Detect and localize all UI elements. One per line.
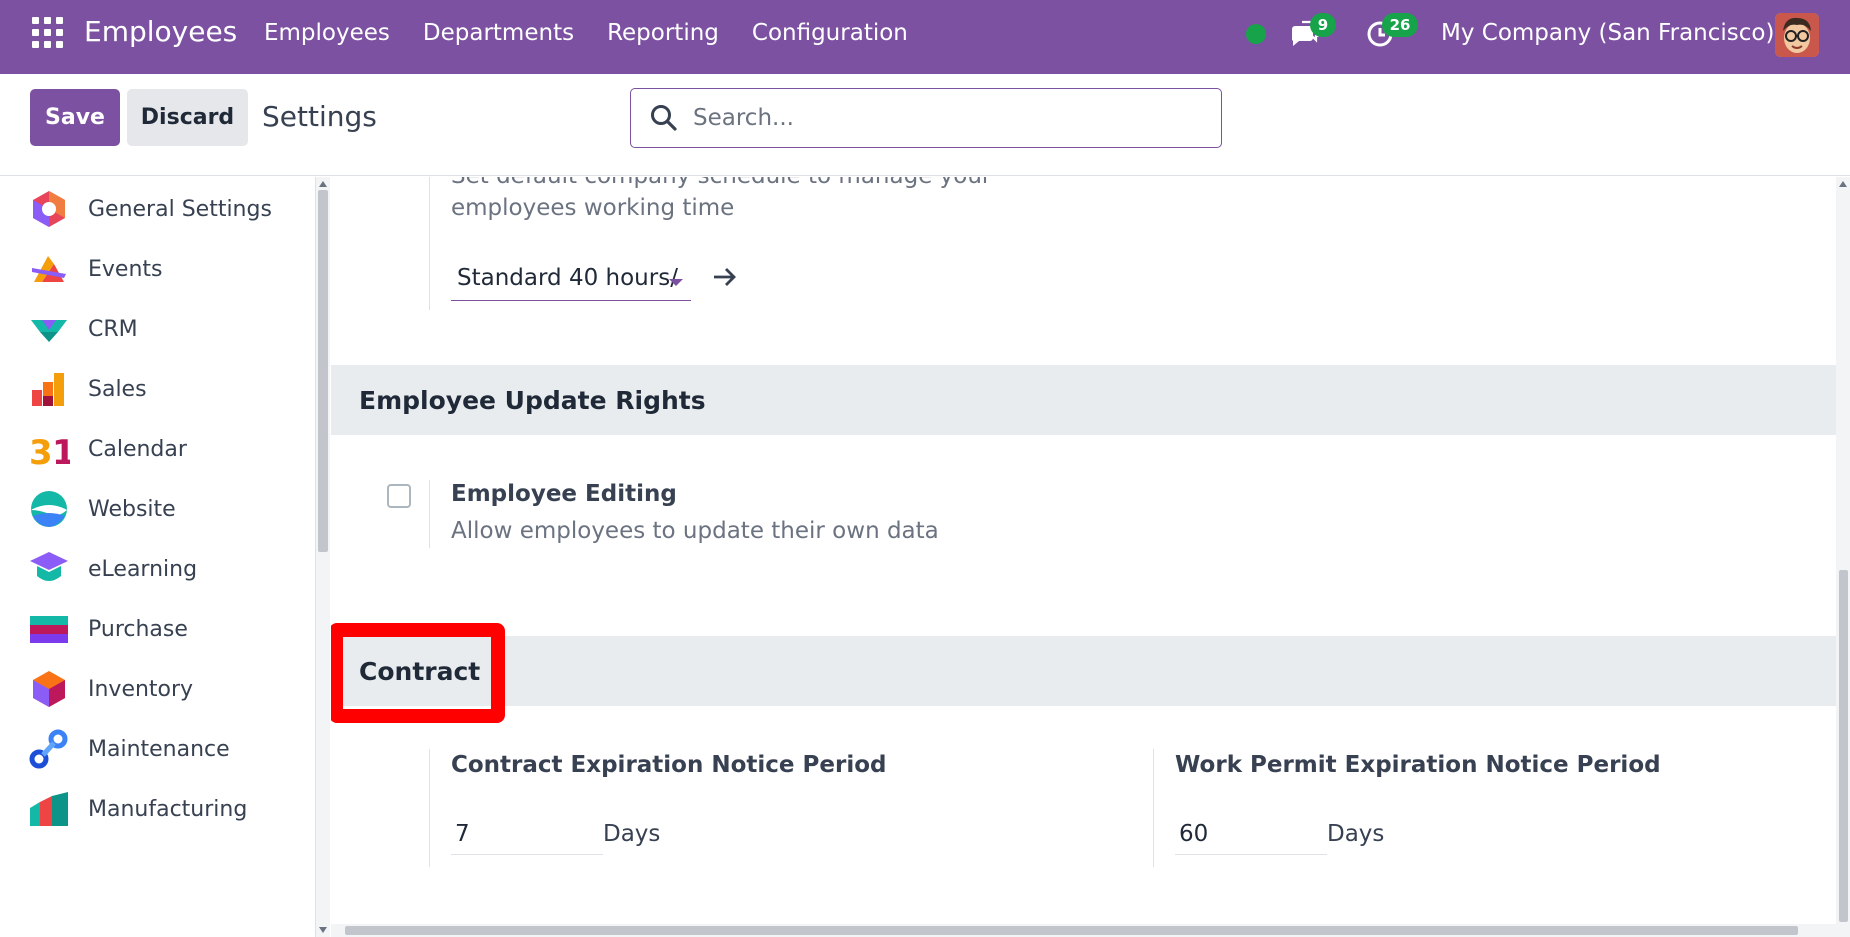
svg-text:3: 3	[29, 433, 53, 470]
setting-divider	[1153, 749, 1154, 867]
section-title-contract: Contract	[359, 657, 481, 686]
search-input[interactable]	[693, 99, 1203, 137]
employee-editing-checkbox[interactable]	[387, 484, 411, 508]
inventory-icon	[33, 671, 65, 707]
discard-button[interactable]: Discard	[127, 89, 248, 146]
sidebar-item-sales[interactable]: Sales	[0, 359, 315, 419]
setting-divider	[429, 177, 430, 310]
section-title-update-rights: Employee Update Rights	[359, 386, 706, 415]
work-schedule-desc-line2: employees working time	[451, 195, 735, 221]
control-panel: Save Discard Settings	[0, 74, 1850, 176]
settings-sidebar: General Settings Events CRM Sales 3 1	[0, 177, 316, 937]
sidebar-item-label: Sales	[88, 376, 147, 402]
purchase-icon	[30, 616, 68, 643]
sidebar-item-label: CRM	[88, 316, 138, 342]
sidebar-item-label: Website	[88, 496, 176, 522]
app-title[interactable]: Employees	[84, 15, 237, 48]
sidebar-item-general-settings[interactable]: General Settings	[0, 179, 315, 239]
sidebar-item-label: Calendar	[88, 436, 187, 462]
calendar-icon: 3 1	[29, 433, 70, 470]
work-schedule-desc-line1: Set default company schedule to manage y…	[451, 177, 991, 189]
app-grid-icon[interactable]	[32, 17, 63, 48]
sidebar-scroll-up-icon[interactable]	[319, 181, 327, 187]
contract-expiration-unit: Days	[603, 821, 661, 847]
content-horizontal-scrollbar-thumb[interactable]	[345, 926, 1798, 935]
sidebar-item-elearning[interactable]: eLearning	[0, 539, 315, 599]
work-permit-expiration-label: Work Permit Expiration Notice Period	[1175, 752, 1661, 778]
section-header-contract	[331, 636, 1836, 706]
company-schedule-select[interactable]: Standard 40 hours/	[451, 259, 691, 301]
sales-icon	[32, 373, 64, 406]
maintenance-icon	[29, 729, 68, 769]
elearning-icon	[30, 552, 68, 581]
search-box[interactable]	[630, 88, 1222, 148]
sidebar-item-calendar[interactable]: 3 1 Calendar	[0, 419, 315, 479]
sidebar-item-label: Maintenance	[88, 736, 230, 762]
sidebar-item-label: Manufacturing	[88, 796, 248, 822]
employee-editing-label: Employee Editing	[451, 481, 677, 507]
sidebar-item-label: Events	[88, 256, 163, 282]
sidebar-scroll-down-icon[interactable]	[319, 927, 327, 933]
general-settings-icon	[33, 191, 65, 227]
work-permit-expiration-unit: Days	[1327, 821, 1385, 847]
top-navbar: Employees Employees Departments Reportin…	[0, 0, 1850, 74]
sidebar-item-maintenance[interactable]: Maintenance	[0, 719, 315, 779]
sidebar-item-purchase[interactable]: Purchase	[0, 599, 315, 659]
content-scroll-up-icon[interactable]	[1839, 181, 1847, 187]
crm-icon	[31, 320, 67, 342]
sidebar-item-website[interactable]: Website	[0, 479, 315, 539]
menu-configuration[interactable]: Configuration	[752, 20, 908, 46]
employee-editing-desc: Allow employees to update their own data	[451, 518, 939, 544]
work-permit-expiration-input[interactable]	[1175, 813, 1327, 855]
save-button[interactable]: Save	[30, 89, 120, 146]
avatar-face-icon	[1775, 13, 1819, 57]
activity-count-badge: 26	[1382, 13, 1418, 37]
menu-departments[interactable]: Departments	[423, 20, 574, 46]
content-scrollbar-thumb[interactable]	[1839, 570, 1848, 922]
contract-expiration-input[interactable]	[451, 813, 603, 855]
page-title: Settings	[262, 100, 377, 133]
company-switcher[interactable]: My Company (San Francisco)	[1441, 20, 1774, 46]
events-icon	[32, 256, 66, 282]
search-icon	[651, 105, 677, 131]
main-menu: Employees Departments Reporting Configur…	[264, 20, 908, 46]
svg-text:1: 1	[52, 433, 70, 470]
setting-divider	[429, 480, 430, 548]
user-avatar[interactable]	[1775, 13, 1819, 57]
sidebar-item-label: General Settings	[88, 196, 272, 222]
chevron-down-icon	[669, 279, 683, 286]
menu-employees[interactable]: Employees	[264, 20, 390, 46]
sidebar-item-label: Inventory	[88, 676, 194, 702]
sidebar-item-crm[interactable]: CRM	[0, 299, 315, 359]
arrow-right-icon[interactable]	[711, 263, 739, 291]
menu-reporting[interactable]: Reporting	[607, 20, 719, 46]
manufacturing-icon	[30, 792, 68, 826]
sidebar-scrollbar-thumb[interactable]	[318, 190, 328, 552]
chat-count-badge: 9	[1310, 13, 1336, 37]
sidebar-item-label: eLearning	[88, 556, 198, 582]
sidebar-item-events[interactable]: Events	[0, 239, 315, 299]
presence-status-icon	[1246, 24, 1266, 44]
setting-divider	[429, 749, 430, 867]
sidebar-item-inventory[interactable]: Inventory	[0, 659, 315, 719]
website-icon	[31, 491, 67, 527]
contract-expiration-label: Contract Expiration Notice Period	[451, 752, 887, 778]
sidebar-item-manufacturing[interactable]: Manufacturing	[0, 779, 315, 839]
company-schedule-value: Standard 40 hours/	[457, 265, 678, 291]
sidebar-item-label: Purchase	[88, 616, 188, 642]
settings-content: Set default company schedule to manage y…	[331, 177, 1836, 924]
